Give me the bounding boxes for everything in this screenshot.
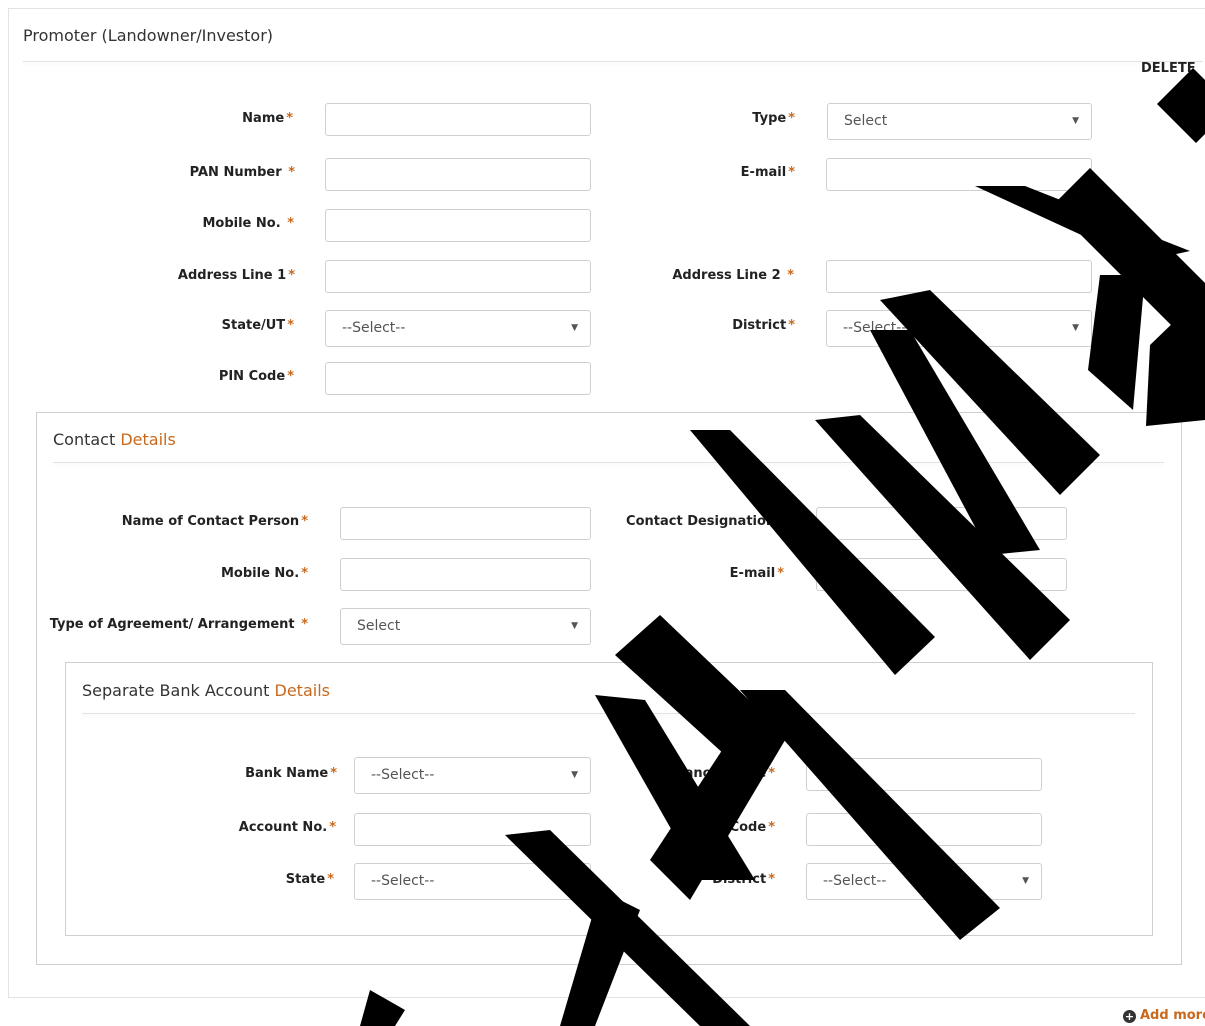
bank-name-label: Bank Name *	[245, 766, 337, 781]
bank-header-divider	[82, 713, 1135, 714]
contact-person-input[interactable]	[340, 507, 591, 540]
contact-email-input[interactable]	[816, 558, 1067, 591]
chevron-down-icon: ▼	[571, 770, 578, 780]
add-more-button[interactable]: + Add more	[1123, 1008, 1205, 1023]
pin-code-label: PIN Code *	[218, 369, 294, 384]
contact-email-label: E-mail *	[729, 566, 784, 581]
email-label: E-mail *	[740, 165, 795, 180]
pan-input[interactable]	[325, 158, 591, 191]
pin-code-input[interactable]	[325, 362, 591, 395]
chevron-down-icon: ▼	[571, 621, 578, 631]
agreement-type-label: Type of Agreement/ Arrangement *	[49, 617, 308, 632]
contact-header-divider	[53, 462, 1164, 463]
address-line-2-input[interactable]	[826, 260, 1092, 293]
district-label: District *	[732, 318, 795, 333]
chevron-down-icon: ▼	[1072, 323, 1079, 333]
contact-designation-input[interactable]	[816, 507, 1067, 540]
chevron-down-icon: ▼	[571, 876, 578, 886]
contact-mobile-label: Mobile No. *	[221, 566, 308, 581]
type-label: Type *	[752, 111, 795, 126]
account-no-label: Account No. *	[238, 820, 336, 835]
plus-circle-icon: +	[1123, 1010, 1136, 1023]
contact-details-title: Contact Details	[53, 430, 176, 449]
contact-mobile-input[interactable]	[340, 558, 591, 591]
promoter-header-divider	[23, 61, 1203, 62]
address-line-2-label: Address Line 2 *	[672, 268, 794, 283]
chevron-down-icon: ▼	[1072, 116, 1079, 126]
delete-button[interactable]: DELETE	[1141, 61, 1196, 76]
bank-district-label: District *	[712, 872, 775, 887]
pan-label: PAN Number *	[189, 165, 295, 180]
state-label: State/UT *	[221, 318, 294, 333]
branch-name-input[interactable]	[806, 758, 1042, 791]
district-select[interactable]: --Select-- ▼	[826, 310, 1092, 347]
agreement-type-select[interactable]: Select ▼	[340, 608, 591, 645]
bank-details-title: Separate Bank Account Details	[82, 681, 330, 700]
address-line-1-label: Address Line 1 *	[177, 268, 295, 283]
mobile-input[interactable]	[325, 209, 591, 242]
name-input[interactable]	[325, 103, 591, 136]
chevron-down-icon: ▼	[1022, 876, 1029, 886]
state-select[interactable]: --Select-- ▼	[325, 310, 591, 347]
type-select[interactable]: Select ▼	[827, 103, 1092, 140]
contact-designation-label: Contact Designation *	[626, 514, 784, 529]
bank-district-select[interactable]: --Select-- ▼	[806, 863, 1042, 900]
bank-state-label: State *	[285, 872, 334, 887]
email-input[interactable]	[826, 158, 1092, 191]
name-label: Name *	[242, 111, 293, 126]
account-no-input[interactable]	[354, 813, 591, 846]
address-line-1-input[interactable]	[325, 260, 591, 293]
promoter-title: Promoter (Landowner/Investor)	[23, 26, 274, 45]
ifsc-code-label: IFSC Code *	[692, 820, 775, 835]
ifsc-code-input[interactable]	[806, 813, 1042, 846]
bank-name-select[interactable]: --Select-- ▼	[354, 757, 591, 794]
bank-state-select[interactable]: --Select-- ▼	[354, 863, 591, 900]
branch-name-label: Branch Name *	[668, 766, 775, 781]
mobile-label: Mobile No. *	[202, 216, 294, 231]
contact-person-label: Name of Contact Person *	[121, 514, 308, 529]
chevron-down-icon: ▼	[571, 323, 578, 333]
